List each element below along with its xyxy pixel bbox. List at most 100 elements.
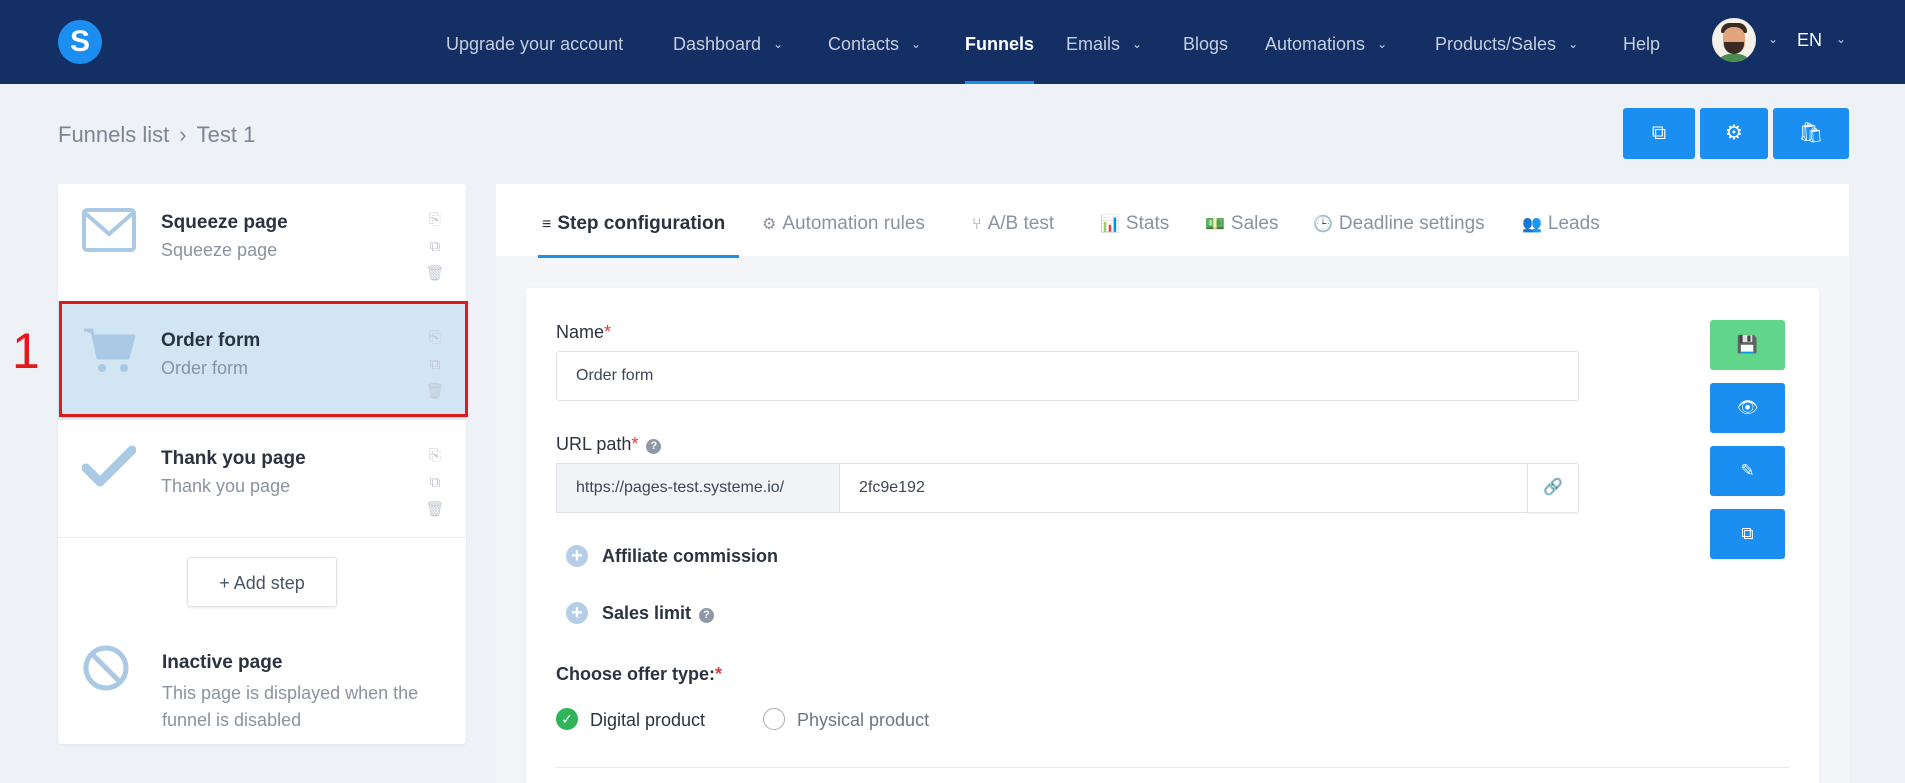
required-mark: *: [631, 434, 639, 454]
split-icon: ⑂: [972, 216, 982, 233]
nav-label: Emails: [1066, 34, 1121, 54]
required-mark: *: [604, 322, 612, 342]
breadcrumb: Funnels list › Test 1: [58, 122, 255, 148]
tab-label: Leads: [1547, 213, 1600, 234]
language-selector[interactable]: EN: [1797, 30, 1822, 51]
chevron-down-icon: ⌄: [1132, 37, 1143, 51]
label-text: Sales limit: [602, 603, 692, 623]
tab-deadline-settings[interactable]: 🕒 Deadline settings: [1313, 184, 1485, 256]
gears-icon: ⚙: [762, 216, 777, 233]
user-avatar[interactable]: [1712, 18, 1756, 62]
tab-label: Sales: [1230, 213, 1279, 234]
nav-automations[interactable]: Automations ⌄: [1265, 0, 1387, 84]
nav-label: Contacts: [828, 34, 900, 54]
copy-icon: ⧉: [1741, 524, 1754, 543]
external-link-icon: ⧉: [1651, 122, 1667, 144]
label-text: Choose offer type:: [556, 664, 716, 684]
nav-emails[interactable]: Emails ⌄: [1066, 0, 1142, 84]
physical-product-label[interactable]: Physical product: [797, 710, 929, 731]
name-label: Name*: [556, 322, 611, 343]
step-title: Squeeze page: [161, 212, 288, 233]
nav-products-sales[interactable]: Products/Sales ⌄: [1435, 0, 1578, 84]
chevron-down-icon[interactable]: ⌄: [1836, 32, 1846, 46]
copy-url-icon[interactable]: ⎘: [424, 442, 446, 469]
help-icon[interactable]: ?: [699, 608, 715, 623]
duplicate-icon[interactable]: ⧉: [424, 469, 446, 496]
clock-icon: 🕒: [1313, 216, 1333, 233]
bar-chart-icon: 📊: [1100, 216, 1120, 233]
add-step-button[interactable]: + Add step: [187, 557, 337, 607]
tab-stats[interactable]: 📊 Stats: [1100, 184, 1169, 256]
systeme-logo[interactable]: S: [58, 20, 102, 64]
check-icon: ✓: [561, 711, 573, 727]
url-path-label: URL path*?: [556, 434, 662, 455]
inactive-page-title[interactable]: Inactive page: [162, 652, 282, 674]
nav-contacts[interactable]: Contacts ⌄: [828, 0, 921, 84]
avatar-beard: [1724, 42, 1744, 54]
edit-page-button[interactable]: ✎: [1710, 446, 1785, 496]
step-tabs: ≡ Step configuration ⚙ Automation rules ⑂ A…: [496, 184, 1849, 258]
tab-label: Stats: [1125, 213, 1170, 234]
tab-automation-rules[interactable]: ⚙ Automation rules: [762, 184, 925, 256]
gear-icon: ⚙: [1725, 122, 1743, 144]
step-thank-you-page[interactable]: Thank you page Thank you page ⎘ ⧉ 🗑: [58, 420, 466, 538]
nav-label: Help: [1623, 34, 1661, 54]
duplicate-icon[interactable]: ⧉: [424, 233, 446, 260]
affiliate-commission-toggle[interactable]: Affiliate commission: [602, 546, 778, 567]
plus-icon[interactable]: +: [566, 602, 588, 624]
nav-dashboard[interactable]: Dashboard ⌄: [673, 0, 783, 84]
plus-icon[interactable]: +: [566, 545, 588, 567]
chevron-down-icon[interactable]: ⌄: [1768, 32, 1778, 46]
tab-sales[interactable]: 💵 Sales: [1205, 184, 1278, 256]
trash-icon[interactable]: 🗑: [424, 260, 446, 287]
nav-label: Dashboard: [673, 34, 762, 54]
nav-upgrade-account[interactable]: Upgrade your account: [446, 0, 623, 84]
name-field[interactable]: Order form: [556, 351, 1579, 401]
save-button[interactable]: 💾: [1710, 320, 1785, 370]
eye-icon: 👁: [1736, 398, 1759, 417]
tab-leads[interactable]: 👥 Leads: [1522, 184, 1600, 256]
ban-icon: [82, 644, 130, 692]
nav-label: Blogs: [1183, 34, 1229, 54]
funnel-shop-button[interactable]: 🛍: [1773, 108, 1849, 159]
step-actions: ⎘ ⧉ 🗑: [424, 442, 446, 523]
sales-limit-toggle[interactable]: Sales limit?: [602, 603, 715, 624]
nav-blogs[interactable]: Blogs: [1183, 0, 1228, 84]
annotation-box-order-form: [59, 301, 468, 417]
tab-label: Deadline settings: [1338, 213, 1485, 234]
tab-step-configuration[interactable]: ≡ Step configuration: [537, 184, 740, 258]
money-icon: 💵: [1205, 216, 1225, 233]
form-divider: [556, 767, 1789, 768]
duplicate-button[interactable]: ⧉: [1710, 509, 1785, 559]
envelope-icon: [82, 208, 136, 256]
settings-button[interactable]: ⚙: [1700, 108, 1768, 159]
nav-label: Upgrade your account: [446, 34, 624, 54]
save-icon: 💾: [1736, 335, 1759, 354]
open-external-button[interactable]: ⧉: [1623, 108, 1695, 159]
breadcrumb-separator: ›: [179, 122, 187, 147]
chevron-down-icon: ⌄: [773, 37, 784, 51]
nav-help[interactable]: Help: [1623, 0, 1660, 84]
help-icon[interactable]: ?: [646, 439, 662, 454]
annotation-number-1: 1: [12, 323, 40, 379]
copy-url-icon[interactable]: ⎘: [424, 206, 446, 233]
step-actions: ⎘ ⧉ 🗑: [424, 206, 446, 287]
chevron-down-icon: ⌄: [1377, 37, 1388, 51]
preview-button[interactable]: 👁: [1710, 383, 1785, 433]
trash-icon[interactable]: 🗑: [424, 496, 446, 523]
tab-ab-test[interactable]: ⑂ A/B test: [972, 184, 1054, 256]
step-title: Thank you page: [161, 448, 306, 469]
label-text: Name: [556, 322, 605, 342]
digital-product-radio[interactable]: ✓: [556, 708, 578, 730]
nav-funnels[interactable]: Funnels: [965, 0, 1035, 84]
required-mark: *: [715, 664, 723, 684]
breadcrumb-funnels-list[interactable]: Funnels list: [58, 122, 169, 147]
step-subtitle: Thank you page: [161, 476, 291, 496]
step-squeeze-page[interactable]: Squeeze page Squeeze page ⎘ ⧉ 🗑: [58, 184, 466, 302]
magic-wand-icon: ✎: [1740, 461, 1755, 480]
link-icon[interactable]: 🔗: [1527, 463, 1579, 513]
physical-product-radio[interactable]: [763, 708, 785, 730]
url-path-field[interactable]: 2fc9e192: [839, 463, 1528, 513]
digital-product-label[interactable]: Digital product: [590, 710, 705, 731]
url-prefix: https://pages-test.systeme.io/: [556, 463, 839, 513]
